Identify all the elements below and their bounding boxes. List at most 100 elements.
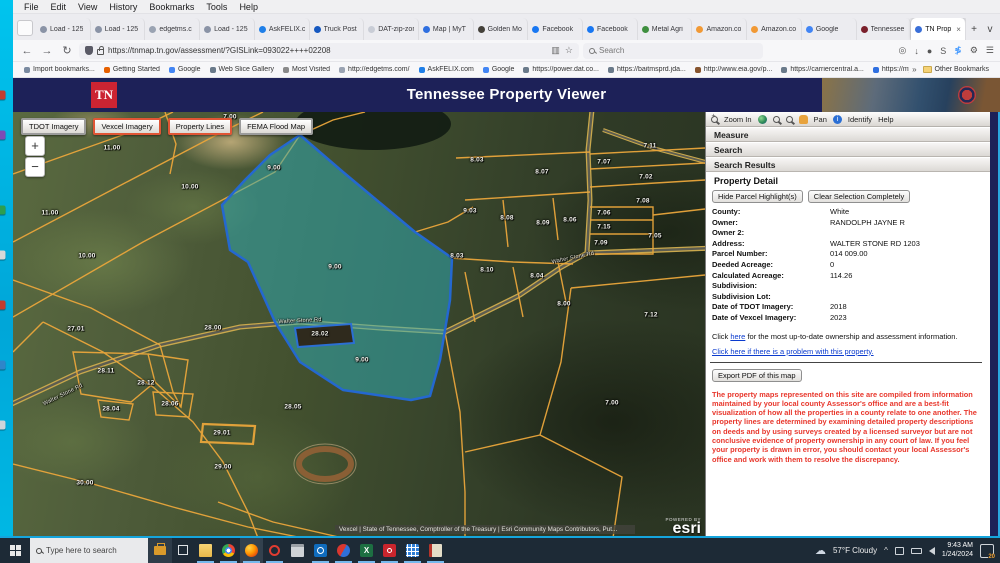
bookmark-item[interactable]: Most Visited <box>280 66 333 73</box>
bookmark-item[interactable]: https://baitmsprd.jda... <box>605 66 689 73</box>
extensions-icon[interactable]: ⚙ <box>970 45 978 56</box>
browser-tab[interactable]: Facebook <box>583 18 638 40</box>
lock-icon[interactable] <box>97 49 104 55</box>
browser-tab[interactable]: TN Prop <box>911 18 966 40</box>
zoom-out-tool-icon[interactable] <box>773 116 780 123</box>
previous-extent-icon[interactable] <box>786 116 793 123</box>
bookmark-item[interactable]: Google <box>480 66 518 73</box>
layer-toggle-button[interactable]: TDOT Imagery <box>21 118 86 135</box>
onedrive-icon[interactable] <box>895 547 904 555</box>
bookmarks-overflow-icon[interactable]: » <box>912 65 916 74</box>
taskbar-app[interactable] <box>332 538 355 563</box>
clear-selection-button[interactable]: Clear Selection Completely <box>808 190 910 203</box>
desktop-icon[interactable] <box>0 131 6 140</box>
zoom-out-button[interactable]: − <box>25 157 45 177</box>
notification-center-icon[interactable]: 20 <box>980 544 994 558</box>
browser-tab[interactable]: Load - 125 <box>200 18 255 40</box>
address-bar[interactable]: https://tnmap.tn.gov/assessment/?GISLink… <box>79 43 579 59</box>
weather-icon[interactable]: ☁ <box>815 546 826 556</box>
layer-toggle-button[interactable]: Vexcel Imagery <box>93 118 160 135</box>
full-extent-icon[interactable] <box>758 115 767 124</box>
browser-tab[interactable]: AskFELIX.c <box>255 18 310 40</box>
tab-list-button[interactable]: v <box>982 24 998 35</box>
identify-tool-icon[interactable] <box>833 115 842 124</box>
battery-icon[interactable] <box>911 548 922 554</box>
other-bookmarks[interactable]: Other Bookmarks <box>920 66 992 73</box>
back-button[interactable]: ← <box>19 45 35 57</box>
browser-tab[interactable]: Map | MyT <box>419 18 474 40</box>
hamburger-menu-icon[interactable]: ☰ <box>986 45 994 56</box>
taskbar-notes[interactable] <box>424 538 447 563</box>
hidden-icons-chevron[interactable]: ^ <box>884 546 888 555</box>
volume-icon[interactable] <box>929 547 935 555</box>
browser-tab[interactable]: edgetms.c <box>145 18 200 40</box>
bookmark-item[interactable]: http://edgetms.com/ <box>336 66 412 73</box>
accordion-section-header[interactable]: Search Results <box>706 157 990 172</box>
accordion-section-header[interactable]: Measure <box>706 127 990 142</box>
layer-toggle-button[interactable]: FEMA Flood Map <box>239 118 313 135</box>
menu-item[interactable]: Bookmarks <box>144 2 199 12</box>
taskbar-outlook[interactable] <box>309 538 332 563</box>
forward-button[interactable]: → <box>39 45 55 57</box>
download-icon[interactable]: ↓ <box>914 46 919 56</box>
menu-item[interactable]: History <box>104 2 142 12</box>
browser-tab[interactable]: Amazon.co <box>747 18 802 40</box>
desktop-icon[interactable] <box>0 361 6 370</box>
browser-tab[interactable]: Metal Agri <box>638 18 693 40</box>
menu-item[interactable]: View <box>73 2 102 12</box>
desktop-icon[interactable] <box>0 251 6 260</box>
menu-item[interactable]: File <box>19 2 44 12</box>
menu-item[interactable]: Help <box>234 2 263 12</box>
start-button[interactable] <box>0 538 30 563</box>
map-canvas[interactable]: 11.0010.0011.0010.009.009.009.007.008.03… <box>13 112 705 538</box>
zoom-in-tool-icon[interactable] <box>711 116 718 123</box>
desktop-icon[interactable] <box>0 91 6 100</box>
taskbar-acrobat[interactable] <box>378 538 401 563</box>
browser-tab[interactable]: Facebook <box>528 18 583 40</box>
adblock-icon[interactable]: ● <box>927 46 932 56</box>
layer-toggle-button[interactable]: Property Lines <box>168 118 232 135</box>
browser-tab[interactable]: Amazon.co <box>692 18 747 40</box>
bookmark-item[interactable]: Web Slice Gallery <box>207 66 278 73</box>
taskbar-calculator[interactable] <box>401 538 424 563</box>
taskbar-chrome[interactable] <box>217 538 240 563</box>
desktop-icon[interactable] <box>0 421 6 430</box>
taskbar-excel[interactable] <box>355 538 378 563</box>
browser-tab[interactable]: Load - 125 <box>91 18 146 40</box>
accordion-section-header[interactable]: Search <box>706 142 990 157</box>
browser-tab[interactable]: DAT-zip-zone- <box>364 18 419 40</box>
bookmark-item[interactable]: Getting Started <box>101 66 163 73</box>
taskbar-search[interactable]: Type here to search <box>30 538 148 563</box>
bookmark-item[interactable]: http://www.eia.gov/p... <box>692 66 775 73</box>
taskbar-clock[interactable]: 9:43 AM 1/24/2024 <box>942 542 973 559</box>
lightning-icon[interactable]: ≸ <box>954 45 962 56</box>
reload-button[interactable]: ↻ <box>59 44 75 57</box>
help-menu[interactable]: Help <box>878 115 893 124</box>
taskbar-fax[interactable] <box>286 538 309 563</box>
zoom-in-tool-label[interactable]: Zoom In <box>724 115 752 124</box>
taskbar-firefox[interactable] <box>240 538 263 563</box>
reader-mode-icon[interactable]: ▥ <box>551 45 560 56</box>
bookmark-item[interactable]: Google <box>166 66 204 73</box>
desktop-icon[interactable] <box>0 206 6 215</box>
bookmark-item[interactable]: Import bookmarks... <box>21 66 98 73</box>
bookmark-item[interactable]: https://my1115.transfl... <box>870 66 909 73</box>
pan-tool-label[interactable]: Pan <box>814 115 827 124</box>
extension-s-icon[interactable]: S <box>940 46 946 56</box>
hide-highlight-button[interactable]: Hide Parcel Highlight(s) <box>712 190 803 203</box>
pan-tool-icon[interactable] <box>799 115 808 124</box>
browser-tab[interactable]: Truck Post <box>310 18 365 40</box>
browser-tab[interactable]: Tennessee <box>857 18 912 40</box>
bookmark-star-icon[interactable]: ☆ <box>565 45 573 56</box>
export-pdf-button[interactable]: Export PDF of this map <box>712 369 802 382</box>
new-tab-button[interactable]: + <box>966 24 982 35</box>
url-text[interactable]: https://tnmap.tn.gov/assessment/?GISLink… <box>108 46 331 55</box>
property-detail-header[interactable]: Property Detail <box>706 172 990 189</box>
bookmark-item[interactable]: https://carriercentral.a... <box>778 66 867 73</box>
report-problem-link[interactable]: Click here if there is a problem with th… <box>712 347 874 356</box>
menu-item[interactable]: Tools <box>201 2 232 12</box>
taskbar-file-explorer[interactable] <box>194 538 217 563</box>
briefcase-app-button[interactable] <box>148 538 172 563</box>
tab-library-icon[interactable] <box>17 20 33 36</box>
browser-tab[interactable]: Golden Mo <box>474 18 529 40</box>
